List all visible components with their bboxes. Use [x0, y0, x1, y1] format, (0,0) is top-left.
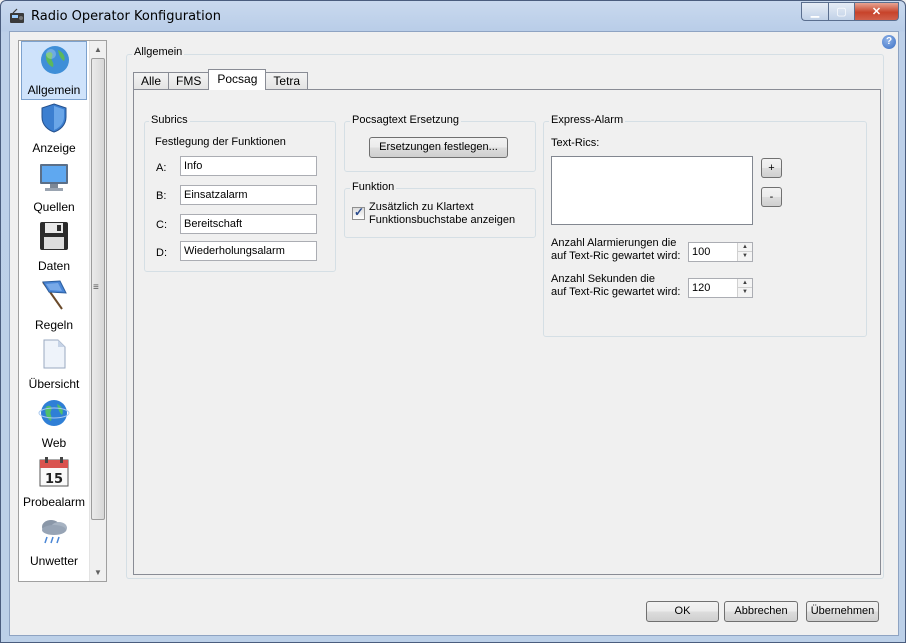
subric-d-label: D: — [156, 247, 167, 259]
subric-b-input[interactable]: Einsatzalarm — [180, 185, 317, 205]
stepper-down-icon[interactable]: ▼ — [737, 252, 752, 261]
subrics-group-label: Subrics — [149, 114, 190, 126]
close-button[interactable]: ✕ — [854, 2, 899, 21]
express-alarm-group — [543, 121, 867, 337]
sidebar-item-label: Unwetter — [29, 554, 79, 568]
cancel-button[interactable]: Abbrechen — [724, 601, 798, 622]
alarm-count-stepper[interactable]: 100 ▲ ▼ — [688, 242, 753, 262]
subric-a-input[interactable]: Info — [180, 156, 317, 176]
calendar-day-text: 15 — [45, 472, 63, 487]
shield-icon — [41, 103, 67, 133]
scroll-up-icon[interactable]: ▲ — [90, 41, 106, 58]
subric-c-label: C: — [156, 219, 167, 231]
apply-button[interactable]: Übernehmen — [806, 601, 879, 622]
sidebar-item-daten[interactable]: Daten — [21, 218, 87, 277]
calendar-icon: 15 — [39, 457, 69, 487]
funktion-group-label: Funktion — [350, 181, 397, 193]
sidebar-item-label: Quellen — [33, 200, 75, 214]
stepper-down-icon[interactable]: ▼ — [737, 288, 752, 297]
sidebar-item-uebersicht[interactable]: Übersicht — [21, 336, 87, 395]
sidebar-item-unwetter[interactable]: Unwetter — [21, 513, 87, 572]
alarm-count-value: 100 — [692, 246, 711, 258]
seconds-stepper[interactable]: 120 ▲ ▼ — [688, 278, 753, 298]
globe-icon — [41, 46, 69, 74]
radio-app-icon — [10, 8, 24, 23]
splitter-grip-icon[interactable]: ≡ — [93, 282, 99, 293]
subrics-heading: Festlegung der Funktionen — [155, 136, 286, 148]
window-controls: ▁ ▢ ✕ — [801, 2, 899, 21]
seconds-label-line2: auf Text-Ric gewartet wird: — [551, 286, 681, 298]
flag-icon — [42, 280, 67, 310]
klartext-label-line1: Zusätzlich zu Klartext — [369, 201, 474, 213]
web-globe-icon — [38, 400, 70, 426]
help-icon[interactable]: ? — [882, 35, 896, 49]
express-alarm-group-label: Express-Alarm — [549, 114, 626, 126]
floppy-icon — [40, 222, 68, 250]
subric-c-input[interactable]: Bereitschaft — [180, 214, 317, 234]
maximize-button[interactable]: ▢ — [828, 2, 854, 21]
sidebar-item-allgemein[interactable]: Allgemein — [21, 41, 87, 100]
sidebar-item-label: Anzeige — [32, 141, 76, 155]
alarm-count-label-line2: auf Text-Ric gewartet wird: — [551, 250, 681, 262]
replacements-button[interactable]: Ersetzungen festlegen... — [369, 137, 508, 158]
subric-b-label: B: — [156, 190, 167, 202]
seconds-label-line1: Anzahl Sekunden die — [551, 273, 655, 285]
alarm-count-label-line1: Anzahl Alarmierungen die — [551, 237, 677, 249]
sidebar-item-label: Regeln — [34, 318, 74, 332]
tab-fms[interactable]: FMS — [168, 72, 210, 90]
tab-tetra[interactable]: Tetra — [265, 72, 309, 90]
subric-d-input[interactable]: Wiederholungsalarm — [180, 241, 317, 261]
pocsagtext-group-label: Pocsagtext Ersetzung — [350, 114, 462, 126]
sidebar-item-probealarm[interactable]: 15 Probealarm — [21, 454, 87, 513]
funktion-group — [344, 188, 536, 238]
scroll-down-icon[interactable]: ▼ — [90, 564, 106, 581]
tab-alle[interactable]: Alle — [133, 72, 170, 90]
general-group-label: Allgemein — [132, 46, 185, 58]
protocol-tabs: Alle FMS Pocsag Tetra — [133, 68, 309, 90]
klartext-checkbox[interactable]: ✓ — [352, 205, 365, 220]
title-bar[interactable]: Radio Operator Konfiguration ▁ ▢ ✕ — [1, 1, 905, 31]
sidebar-item-label: Probealarm — [22, 495, 86, 509]
sidebar-item-quellen[interactable]: Quellen — [21, 159, 87, 218]
text-rics-list[interactable] — [551, 156, 753, 225]
monitor-icon — [40, 164, 68, 191]
checkmark-icon: ✓ — [354, 205, 365, 219]
minimize-button[interactable]: ▁ — [801, 2, 828, 21]
seconds-value: 120 — [692, 282, 711, 294]
pocsag-tab-panel: Subrics Festlegung der Funktionen A: Inf… — [133, 89, 881, 575]
stepper-up-icon[interactable]: ▲ — [737, 279, 752, 288]
dialog-client-area: Allgemein Anzeige Quellen Daten Regeln Ü… — [9, 31, 899, 636]
ok-button[interactable]: OK — [646, 601, 719, 622]
window-title: Radio Operator Konfiguration — [31, 9, 221, 24]
tab-pocsag[interactable]: Pocsag — [208, 69, 267, 90]
remove-ric-button[interactable]: - — [761, 187, 782, 207]
klartext-label-line2: Funktionsbuchstabe anzeigen — [369, 214, 516, 226]
sidebar-item-web[interactable]: Web — [21, 395, 87, 454]
document-icon — [43, 339, 66, 369]
add-ric-button[interactable]: + — [761, 158, 782, 178]
sidebar-item-label: Web — [41, 436, 67, 450]
main-window: Radio Operator Konfiguration ▁ ▢ ✕ Allge… — [0, 0, 906, 643]
sidebar-scrollbar[interactable]: ▲ ▼ — [89, 41, 106, 581]
storm-cloud-icon — [42, 520, 67, 544]
sidebar-item-label: Allgemein — [27, 83, 81, 97]
sidebar-item-label: Übersicht — [28, 377, 80, 391]
category-list: Allgemein Anzeige Quellen Daten Regeln Ü… — [19, 41, 91, 572]
stepper-up-icon[interactable]: ▲ — [737, 243, 752, 252]
text-rics-label: Text-Rics: — [551, 137, 600, 149]
category-sidebar: Allgemein Anzeige Quellen Daten Regeln Ü… — [18, 40, 107, 582]
sidebar-item-regeln[interactable]: Regeln — [21, 277, 87, 336]
subric-a-label: A: — [156, 162, 167, 174]
sidebar-item-label: Daten — [37, 259, 71, 273]
sidebar-item-anzeige[interactable]: Anzeige — [21, 100, 87, 159]
